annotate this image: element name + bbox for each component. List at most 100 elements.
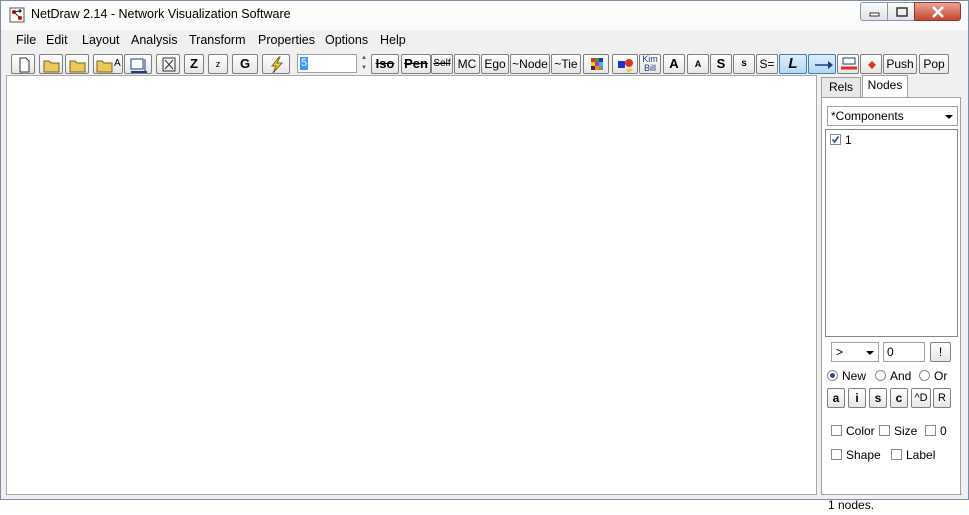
close-icon bbox=[932, 6, 944, 18]
lightning-button[interactable] bbox=[262, 54, 290, 74]
main-component-button[interactable]: MC bbox=[454, 54, 480, 74]
node-color-red-button[interactable] bbox=[860, 54, 882, 74]
open-folder-icon bbox=[96, 60, 113, 73]
compare-operator-select[interactable]: > bbox=[831, 342, 879, 362]
spinner-down-icon[interactable]: ▼ bbox=[357, 64, 371, 73]
node-color-button[interactable] bbox=[583, 54, 609, 74]
select-all-button[interactable]: a bbox=[827, 388, 845, 408]
nodes-tab-body: *Components 1 > 0 ! New And Or a i s c ^… bbox=[821, 97, 962, 512]
line-weight-button[interactable] bbox=[837, 54, 859, 74]
not-tie-button[interactable]: ~Tie bbox=[551, 54, 581, 74]
push-button[interactable]: Push bbox=[883, 54, 917, 74]
check-icon bbox=[831, 136, 840, 144]
node-count-status: 1 nodes. bbox=[825, 494, 962, 514]
invert-button[interactable]: i bbox=[848, 388, 866, 408]
option-label-checkbox[interactable] bbox=[891, 449, 902, 460]
attribute-select[interactable]: *Components bbox=[827, 106, 958, 126]
spinner-up-icon[interactable]: ▲ bbox=[357, 54, 371, 63]
open-folder-icon bbox=[43, 60, 60, 73]
layout-iterations-spinner[interactable]: ▲ ▼ bbox=[357, 54, 371, 73]
list-item-checkbox[interactable] bbox=[830, 134, 841, 145]
network-canvas[interactable] bbox=[6, 75, 817, 495]
self-loops-button[interactable]: Self bbox=[431, 54, 453, 74]
ctrl-d-button[interactable]: ^D bbox=[911, 388, 931, 408]
option-shape-checkbox[interactable] bbox=[831, 449, 842, 460]
node-shape-button[interactable] bbox=[612, 54, 638, 74]
netdraw-app-icon bbox=[9, 7, 25, 23]
menu-transform[interactable]: Transform bbox=[189, 33, 246, 47]
minimize-button[interactable] bbox=[860, 2, 888, 21]
layout-iterations-input[interactable]: 5 bbox=[297, 54, 357, 73]
export-image-button[interactable] bbox=[124, 54, 152, 74]
arrow-right-icon bbox=[815, 61, 833, 69]
node-labels-button[interactable]: Kim Bill bbox=[639, 54, 661, 74]
title-bar[interactable]: NetDraw 2.14 - Network Visualization Sof… bbox=[1, 1, 968, 30]
size-smaller-button[interactable]: s bbox=[733, 54, 755, 74]
fit-screen-icon bbox=[162, 57, 176, 72]
radio-or-label: Or bbox=[934, 369, 948, 383]
export-image-icon bbox=[130, 58, 147, 73]
new-file-icon bbox=[19, 57, 30, 73]
side-panel: Rels Nodes *Components 1 > 0 ! New And O… bbox=[819, 75, 962, 512]
size-equal-button[interactable]: S= bbox=[756, 54, 778, 74]
tab-rels[interactable]: Rels bbox=[821, 77, 861, 97]
radio-or-dot[interactable] bbox=[919, 370, 930, 381]
pop-button[interactable]: Pop bbox=[919, 54, 949, 74]
list-item-label: 1 bbox=[845, 133, 852, 147]
lightning-icon bbox=[270, 56, 284, 73]
select-s-button[interactable]: s bbox=[869, 388, 887, 408]
open-file-button-2[interactable] bbox=[65, 54, 89, 74]
menu-bar: File Edit Layout Analysis Transform Prop… bbox=[7, 30, 962, 51]
maximize-icon bbox=[896, 7, 908, 17]
option-zero-checkbox[interactable] bbox=[925, 425, 936, 436]
new-file-button[interactable] bbox=[11, 54, 35, 74]
menu-file[interactable]: File bbox=[16, 33, 36, 47]
compare-operator-value: > bbox=[836, 345, 844, 359]
clear-button[interactable]: c bbox=[890, 388, 908, 408]
minimize-icon bbox=[869, 12, 880, 17]
shape-tool-icon bbox=[618, 59, 633, 73]
pendants-button[interactable]: Pen bbox=[401, 54, 431, 74]
menu-edit[interactable]: Edit bbox=[46, 33, 68, 47]
color-grid-icon bbox=[591, 58, 603, 70]
window-title: NetDraw 2.14 - Network Visualization Sof… bbox=[31, 7, 291, 21]
ego-button[interactable]: Ego bbox=[481, 54, 509, 74]
radio-and-dot[interactable] bbox=[875, 370, 886, 381]
arrow-toggle-button[interactable] bbox=[808, 54, 836, 74]
menu-help[interactable]: Help bbox=[380, 33, 406, 47]
font-larger-button[interactable]: A bbox=[663, 54, 685, 74]
attribute-values-list[interactable]: 1 bbox=[825, 129, 958, 337]
menu-layout[interactable]: Layout bbox=[82, 33, 120, 47]
radio-new-dot[interactable] bbox=[827, 370, 838, 381]
option-color-checkbox[interactable] bbox=[831, 425, 842, 436]
layout-g-button[interactable]: G bbox=[232, 54, 258, 74]
menu-analysis[interactable]: Analysis bbox=[131, 33, 178, 47]
not-node-button[interactable]: ~Node bbox=[510, 54, 550, 74]
line-style-button[interactable]: L bbox=[779, 54, 807, 74]
tab-nodes[interactable]: Nodes bbox=[862, 75, 908, 97]
layout-iterations-value: 5 bbox=[300, 57, 309, 70]
open-attributes-label: A bbox=[114, 58, 121, 69]
font-smaller-button[interactable]: A bbox=[687, 54, 709, 74]
isolates-button[interactable]: Iso bbox=[371, 54, 399, 74]
menu-options[interactable]: Options bbox=[325, 33, 368, 47]
node-labels-bottom: Bill bbox=[643, 63, 656, 73]
radio-new-label: New bbox=[842, 369, 867, 383]
maximize-button[interactable] bbox=[887, 2, 915, 21]
fit-screen-button[interactable] bbox=[156, 54, 180, 74]
zoom-out-button[interactable]: z bbox=[208, 54, 228, 74]
toolbar: A Z z G 5 ▲ ▼ Iso Pen Self MC Ego ~Node … bbox=[7, 52, 962, 75]
open-attributes-button[interactable]: A bbox=[93, 54, 123, 74]
chevron-down-icon bbox=[866, 351, 874, 355]
compare-value-input[interactable]: 0 bbox=[883, 342, 925, 362]
option-size-checkbox[interactable] bbox=[879, 425, 890, 436]
menu-properties[interactable]: Properties bbox=[258, 33, 315, 47]
size-larger-button[interactable]: S bbox=[710, 54, 732, 74]
close-button[interactable] bbox=[914, 2, 961, 21]
refresh-button[interactable]: R bbox=[933, 388, 951, 408]
option-size-label: Size bbox=[894, 424, 918, 438]
open-file-button[interactable] bbox=[39, 54, 63, 74]
zoom-in-button[interactable]: Z bbox=[184, 54, 204, 74]
apply-filter-button[interactable]: ! bbox=[930, 342, 951, 362]
radio-and-label: And bbox=[890, 369, 912, 383]
